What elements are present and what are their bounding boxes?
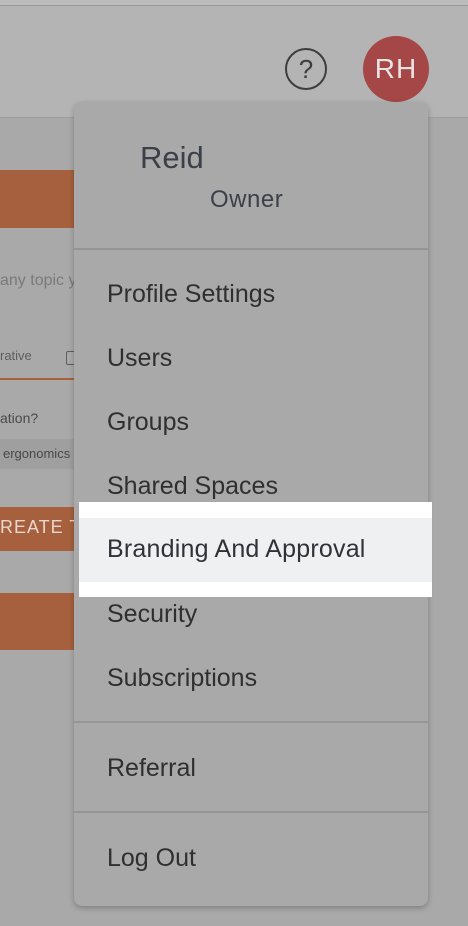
background-banner-2 xyxy=(0,593,74,650)
menu-item-security[interactable]: Security xyxy=(107,599,197,629)
menu-divider xyxy=(74,811,428,813)
background-field-label: rative xyxy=(0,348,32,363)
background-chip: ergonomics xyxy=(0,439,74,469)
menu-divider xyxy=(74,721,428,723)
menu-item-log-out[interactable]: Log Out xyxy=(107,843,196,873)
menu-item-users[interactable]: Users xyxy=(107,343,172,373)
background-question: ation? xyxy=(0,410,39,426)
menu-item-shared-spaces[interactable]: Shared Spaces xyxy=(107,471,278,501)
menu-item-groups[interactable]: Groups xyxy=(107,407,189,437)
menu-item-profile-settings[interactable]: Profile Settings xyxy=(107,279,275,309)
menu-divider xyxy=(74,248,428,250)
background-topic-input: any topic y xyxy=(0,272,77,289)
user-name: Reid xyxy=(140,140,204,175)
menu-user-info: Reid Owner xyxy=(74,102,428,250)
user-avatar-button[interactable]: RH xyxy=(363,36,429,102)
menu-item-subscriptions[interactable]: Subscriptions xyxy=(107,663,257,693)
background-banner xyxy=(0,170,74,228)
menu-item-referral[interactable]: Referral xyxy=(107,753,196,783)
help-icon[interactable]: ? xyxy=(285,48,327,90)
user-role: Owner xyxy=(210,186,284,213)
menu-item-branding-and-approval[interactable]: Branding And Approval xyxy=(107,534,366,564)
background-create-button: REATE TI xyxy=(0,507,74,551)
